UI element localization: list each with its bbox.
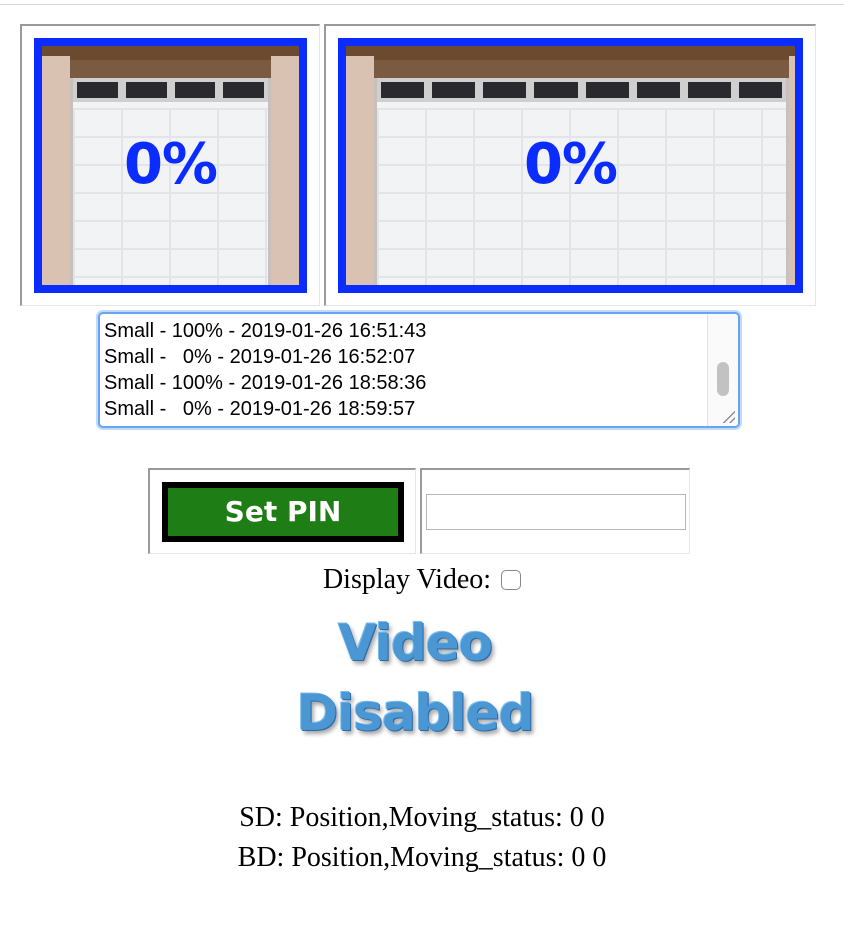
log-line: Small - 0% - 2019-01-26 16:52:07: [104, 346, 416, 368]
display-video-row: Display Video:: [0, 562, 844, 596]
small-door-image[interactable]: 0%: [34, 38, 307, 293]
display-video-checkbox[interactable]: [501, 569, 522, 590]
pin-button-cell: Set PIN: [148, 468, 416, 554]
top-divider: [0, 4, 844, 5]
event-log-textarea[interactable]: Small - 100% - 2019-01-26 16:51:43 Small …: [98, 312, 740, 428]
video-disabled-image: Video Disabled: [280, 606, 550, 756]
bd-status-text: BD: Position,Moving_status: 0 0: [237, 842, 607, 873]
pin-input[interactable]: [426, 494, 686, 530]
door-windows: [73, 78, 268, 102]
set-pin-button[interactable]: Set PIN: [162, 482, 404, 542]
scroll-thumb[interactable]: [717, 362, 729, 396]
pin-input-cell: [420, 468, 690, 554]
log-line: Small - 100% - 2019-01-26 16:51:43: [104, 320, 427, 342]
display-video-label: Display Video:: [322, 563, 492, 595]
log-line: Small - 0% - 2019-01-26 18:59:57: [104, 398, 416, 420]
big-door-cell: 0%: [324, 24, 816, 306]
door-status-table: 0% 0%: [20, 24, 816, 308]
event-log-text: Small - 100% - 2019-01-26 16:51:43 Small …: [104, 318, 426, 422]
small-door-cell: 0%: [20, 24, 320, 306]
resize-handle-icon[interactable]: [721, 409, 735, 423]
sd-status-text: SD: Position,Moving_status: 0 0: [239, 802, 605, 833]
big-door-percent: 0%: [523, 132, 618, 197]
log-line: Small - 100% - 2019-01-26 18:58:36: [104, 372, 427, 394]
small-door-percent: 0%: [123, 132, 218, 197]
door-windows: [377, 78, 786, 102]
pin-table: Set PIN: [148, 468, 690, 554]
video-disabled-line2: Disabled: [296, 684, 535, 742]
big-door-image[interactable]: 0%: [338, 38, 803, 293]
video-disabled-line1: Video: [337, 614, 493, 672]
